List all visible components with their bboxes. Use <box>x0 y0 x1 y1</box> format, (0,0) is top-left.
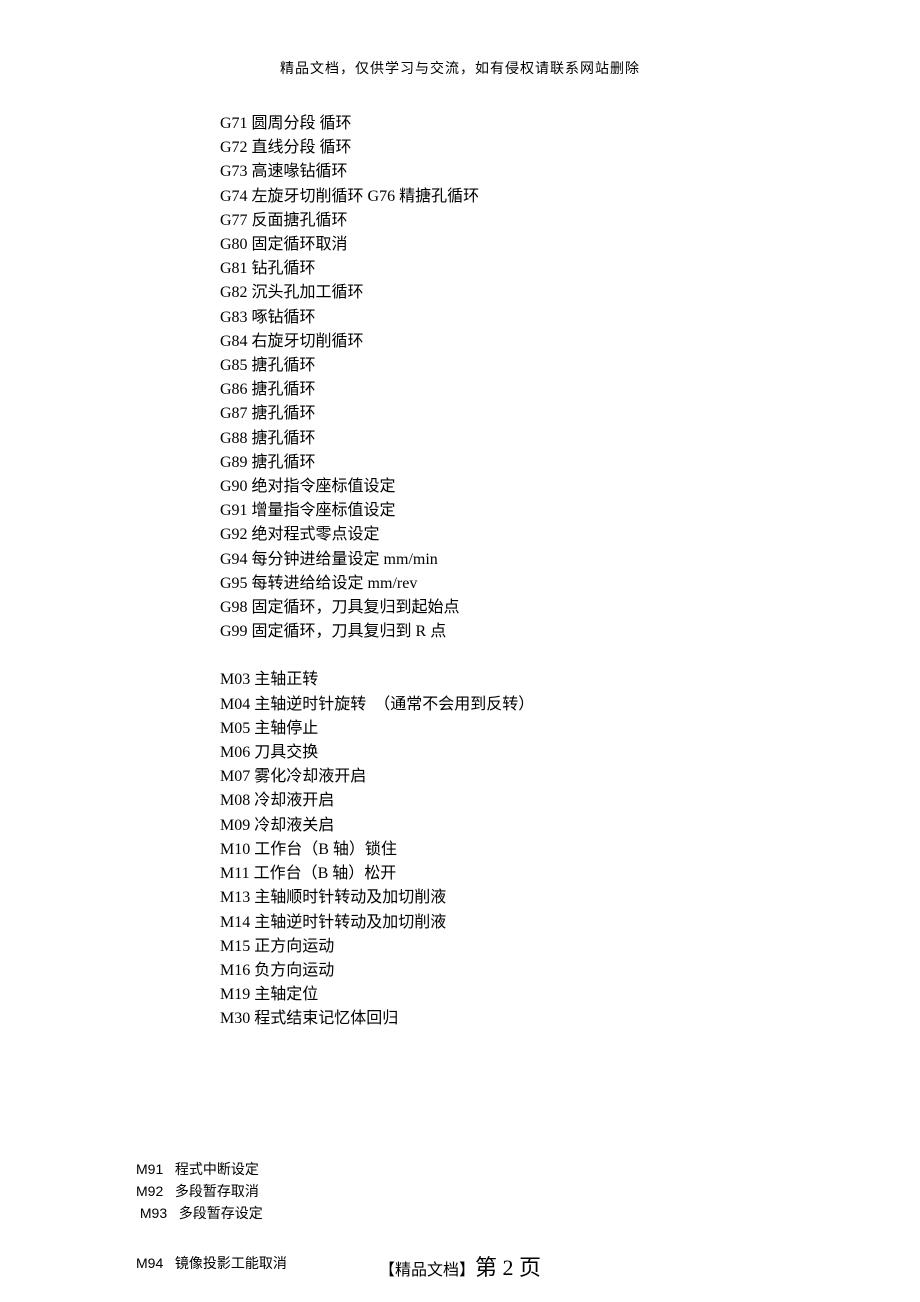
gcode-line: G91 增量指令座标值设定 <box>220 499 534 523</box>
gcode-line: G84 右旋牙切削循环 <box>220 330 534 354</box>
gcode-line: G71 圆周分段 循环 <box>220 112 534 136</box>
gcode-line: G92 绝对程式零点设定 <box>220 523 534 547</box>
gcode-line: G88 搪孔循环 <box>220 427 534 451</box>
gcode-line: G80 固定循环取消 <box>220 233 534 257</box>
gcode-line: G81 钻孔循环 <box>220 257 534 281</box>
mcode-line: M06 刀具交换 <box>220 741 534 765</box>
main-content: G71 圆周分段 循环G72 直线分段 循环G73 高速喙钻循环G74 左旋牙切… <box>220 112 534 1032</box>
footer-page: 第 2 页 <box>475 1255 541 1280</box>
gcode-line: G95 每转进给给设定 mm/rev <box>220 572 534 596</box>
mcode-list-2: M91 程式中断设定M92 多段暂存取消 M93 多段暂存设定 <box>136 1158 263 1224</box>
mcode-line: M14 主轴逆时针转动及加切削液 <box>220 911 534 935</box>
gcode-list: G71 圆周分段 循环G72 直线分段 循环G73 高速喙钻循环G74 左旋牙切… <box>220 112 534 644</box>
mcode-line: M91 程式中断设定 <box>136 1158 263 1180</box>
gcode-line: G82 沉头孔加工循环 <box>220 281 534 305</box>
mcode-line: M16 负方向运动 <box>220 959 534 983</box>
mcode-line: M04 主轴逆时针旋转 （通常不会用到反转） <box>220 693 534 717</box>
mcode-line: M07 雾化冷却液开启 <box>220 765 534 789</box>
mcode-line: M30 程式结束记忆体回归 <box>220 1007 534 1031</box>
gcode-line: G86 搪孔循环 <box>220 378 534 402</box>
mcode-list: M03 主轴正转M04 主轴逆时针旋转 （通常不会用到反转）M05 主轴停止M0… <box>220 668 534 1031</box>
gcode-line: G83 啄钻循环 <box>220 306 534 330</box>
gcode-line: G99 固定循环，刀具复归到 R 点 <box>220 620 534 644</box>
mcode-line: M05 主轴停止 <box>220 717 534 741</box>
page-footer: 【精品文档】第 2 页 <box>0 1250 920 1282</box>
gcode-line: G89 搪孔循环 <box>220 451 534 475</box>
mcode-line: M15 正方向运动 <box>220 935 534 959</box>
mcode-line: M11 工作台（B 轴）松开 <box>220 862 534 886</box>
gcode-line: G87 搪孔循环 <box>220 402 534 426</box>
mcode-line: M19 主轴定位 <box>220 983 534 1007</box>
mcode-line: M10 工作台（B 轴）锁住 <box>220 838 534 862</box>
gcode-line: G77 反面搪孔循环 <box>220 209 534 233</box>
mcode-line: M09 冷却液关启 <box>220 814 534 838</box>
doc-header: 精品文档，仅供学习与交流，如有侵权请联系网站删除 <box>0 0 920 78</box>
footer-prefix: 【精品文档】 <box>379 1262 475 1279</box>
gcode-line: G90 绝对指令座标值设定 <box>220 475 534 499</box>
mcode-line: M03 主轴正转 <box>220 668 534 692</box>
gcode-line: G85 搪孔循环 <box>220 354 534 378</box>
gcode-line: G98 固定循环，刀具复归到起始点 <box>220 596 534 620</box>
gcode-line: G74 左旋牙切削循环 G76 精搪孔循环 <box>220 185 534 209</box>
gcode-line: G94 每分钟进给量设定 mm/min <box>220 548 534 572</box>
mcode-line: M92 多段暂存取消 <box>136 1180 263 1202</box>
gcode-line: G72 直线分段 循环 <box>220 136 534 160</box>
gcode-line: G73 高速喙钻循环 <box>220 160 534 184</box>
mcode-line: M08 冷却液开启 <box>220 789 534 813</box>
mcode-line: M13 主轴顺时针转动及加切削液 <box>220 886 534 910</box>
mcode-line: M93 多段暂存设定 <box>136 1202 263 1224</box>
